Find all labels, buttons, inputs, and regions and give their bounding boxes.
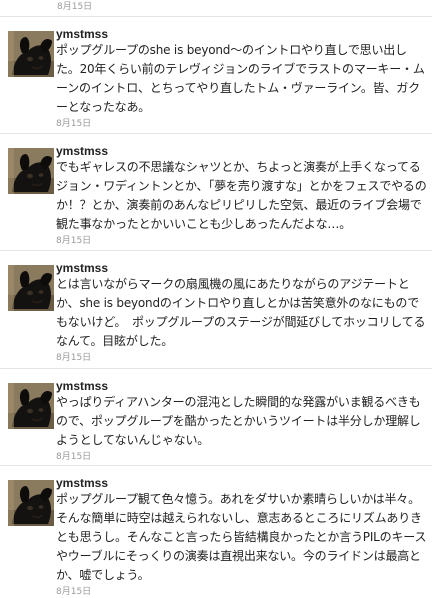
tweet-username[interactable]: ymstmss (56, 261, 428, 275)
tweet-item: ymstmss ポップグループ観て色々憶う。あれをダサいか素晴らしいかは半々。そ… (0, 465, 432, 597)
avatar[interactable] (8, 31, 54, 77)
previous-tweet-date[interactable]: 8月15日 (57, 2, 92, 13)
tweet-item: ymstmss ポップグループのshe is beyond〜のイントロやり直しで… (0, 16, 432, 133)
tweet-feed: ymstmss ポップグループのshe is beyond〜のイントロやり直しで… (0, 16, 432, 597)
black-dog-photo-icon (8, 31, 54, 77)
tweet-text: やっぱりディアハンターの混沌とした瞬間的な発露がいま観るべきもので、ポップグルー… (56, 395, 421, 447)
tweet-content: ymstmss ポップグループ観て色々憶う。あれをダサいか素晴らしいかは半々。そ… (56, 476, 428, 598)
tweet-username[interactable]: ymstmss (56, 144, 428, 158)
tweet-content: ymstmss とは言いながらマークの扇風機の風にあたりながらのアジテートとか、… (56, 261, 428, 364)
tweet-timestamp[interactable]: 8月15日 (56, 235, 428, 247)
black-dog-photo-icon (8, 480, 54, 526)
tweet-item: ymstmss やっぱりディアハンターの混沌とした瞬間的な発露がいま観るべきもの… (0, 368, 432, 465)
tweet-username[interactable]: ymstmss (56, 379, 428, 393)
tweet-content: ymstmss でもギャレスの不思議なシャツとか、ちよっと演奏が上手くなってるジ… (56, 144, 428, 247)
tweet-timestamp[interactable]: 8月15日 (56, 352, 428, 364)
tweet-item: ymstmss でもギャレスの不思議なシャツとか、ちよっと演奏が上手くなってるジ… (0, 133, 432, 250)
tweet-text: とは言いながらマークの扇風機の風にあたりながらのアジテートとか、she is b… (56, 277, 426, 348)
tweet-item: ymstmss とは言いながらマークの扇風機の風にあたりながらのアジテートとか、… (0, 250, 432, 368)
black-dog-photo-icon (8, 265, 54, 311)
tweet-text: でもギャレスの不思議なシャツとか、ちよっと演奏が上手くなってるジョン・ワディント… (56, 160, 427, 231)
avatar[interactable] (8, 383, 54, 429)
tweet-username[interactable]: ymstmss (56, 27, 428, 41)
tweet-text: ポップグループ観て色々憶う。あれをダサいか素晴らしいかは半々。そんな簡単に時空は… (56, 492, 427, 582)
avatar[interactable] (8, 480, 54, 526)
tweet-content: ymstmss ポップグループのshe is beyond〜のイントロやり直しで… (56, 27, 428, 130)
tweet-content: ymstmss やっぱりディアハンターの混沌とした瞬間的な発露がいま観るべきもの… (56, 379, 428, 463)
tweet-timestamp[interactable]: 8月15日 (56, 118, 428, 130)
tweet-timestamp[interactable]: 8月15日 (56, 451, 428, 463)
avatar[interactable] (8, 148, 54, 194)
tweet-text: ポップグループのshe is beyond〜のイントロやり直しで思い出した。20… (56, 43, 425, 114)
black-dog-photo-icon (8, 383, 54, 429)
tweet-timestamp[interactable]: 8月15日 (56, 586, 428, 598)
black-dog-photo-icon (8, 148, 54, 194)
tweet-username[interactable]: ymstmss (56, 476, 428, 490)
avatar[interactable] (8, 265, 54, 311)
